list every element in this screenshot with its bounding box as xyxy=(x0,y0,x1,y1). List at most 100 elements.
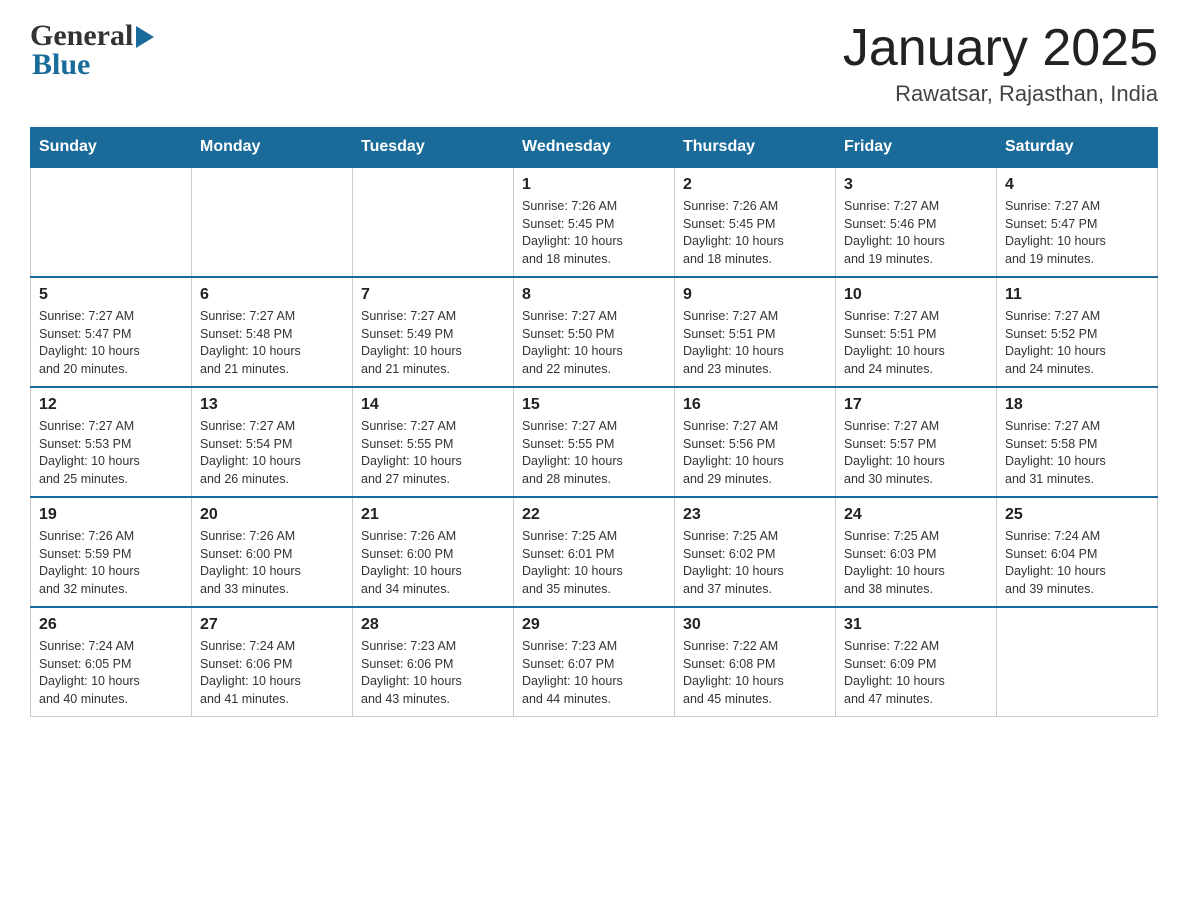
day-info: Sunrise: 7:27 AM Sunset: 5:54 PM Dayligh… xyxy=(200,418,344,488)
logo-general-text: General xyxy=(30,21,133,51)
table-row: 22 Sunrise: 7:25 AM Sunset: 6:01 PM Dayli… xyxy=(514,497,675,607)
table-row: 4 Sunrise: 7:27 AM Sunset: 5:47 PM Daylig… xyxy=(997,167,1158,277)
logo: General Blue xyxy=(30,20,154,80)
table-row: 20Sunrise: 7:26 AM Sunset: 6:00 PM Dayli… xyxy=(192,497,353,607)
day-info: Sunrise: 7:27 AM Sunset: 5:47 PM Dayligh… xyxy=(39,308,183,378)
calendar-title: January 2025 xyxy=(843,20,1158,77)
day-info: Sunrise: 7:27 AM Sunset: 5:55 PM Dayligh… xyxy=(522,418,666,488)
day-info: Sunrise: 7:27 AM Sunset: 5:51 PM Dayligh… xyxy=(844,308,988,378)
table-row: 2 Sunrise: 7:26 AM Sunset: 5:45 PM Daylig… xyxy=(675,167,836,277)
table-row: 27Sunrise: 7:24 AM Sunset: 6:06 PM Dayli… xyxy=(192,607,353,717)
day-info: Sunrise: 7:26 AM Sunset: 5:45 PM Dayligh… xyxy=(522,198,666,268)
day-number: 27 xyxy=(200,616,344,634)
day-info: Sunrise: 7:25 AM Sunset: 6:03 PM Dayligh… xyxy=(844,528,988,598)
calendar-week-row: 12 Sunrise: 7:27 AM Sunset: 5:53 PM Dayli… xyxy=(31,387,1158,497)
table-row: 16 Sunrise: 7:27 AM Sunset: 5:56 PM Dayli… xyxy=(675,387,836,497)
header-thursday: Thursday xyxy=(675,128,836,168)
day-number: 30 xyxy=(683,616,827,634)
day-info: Sunrise: 7:27 AM Sunset: 5:53 PM Dayligh… xyxy=(39,418,183,488)
day-number: 15 xyxy=(522,396,666,414)
table-row xyxy=(31,167,192,277)
table-row: 28 Sunrise: 7:23 AM Sunset: 6:06 PM Dayli… xyxy=(353,607,514,717)
table-row: 5 Sunrise: 7:27 AM Sunset: 5:47 PM Daylig… xyxy=(31,277,192,387)
day-number: 3 xyxy=(844,176,988,194)
calendar-header-row: Sunday Monday Tuesday Wednesday Thursday… xyxy=(31,128,1158,168)
day-number: 25 xyxy=(1005,506,1149,524)
table-row xyxy=(192,167,353,277)
day-info: Sunrise: 7:27 AM Sunset: 5:50 PM Dayligh… xyxy=(522,308,666,378)
day-number: 17 xyxy=(844,396,988,414)
table-row: 29 Sunrise: 7:23 AM Sunset: 6:07 PM Dayli… xyxy=(514,607,675,717)
day-number: 5 xyxy=(39,286,183,304)
day-info: Sunrise: 7:27 AM Sunset: 5:56 PM Dayligh… xyxy=(683,418,827,488)
table-row: 31 Sunrise: 7:22 AM Sunset: 6:09 PM Dayli… xyxy=(836,607,997,717)
table-row: 19Sunrise: 7:26 AM Sunset: 5:59 PM Dayli… xyxy=(31,497,192,607)
day-info: Sunrise: 7:27 AM Sunset: 5:46 PM Dayligh… xyxy=(844,198,988,268)
calendar-week-row: 1 Sunrise: 7:26 AM Sunset: 5:45 PM Daylig… xyxy=(31,167,1158,277)
title-block: January 2025 Rawatsar, Rajasthan, India xyxy=(843,20,1158,107)
day-number: 19 xyxy=(39,506,183,524)
day-number: 29 xyxy=(522,616,666,634)
day-info: Sunrise: 7:26 AM Sunset: 6:00 PM Dayligh… xyxy=(200,528,344,598)
day-number: 14 xyxy=(361,396,505,414)
page-header: General Blue January 2025 Rawatsar, Raja… xyxy=(30,20,1158,107)
day-info: Sunrise: 7:26 AM Sunset: 6:00 PM Dayligh… xyxy=(361,528,505,598)
day-info: Sunrise: 7:25 AM Sunset: 6:02 PM Dayligh… xyxy=(683,528,827,598)
day-info: Sunrise: 7:26 AM Sunset: 5:45 PM Dayligh… xyxy=(683,198,827,268)
day-number: 13 xyxy=(200,396,344,414)
table-row: 1 Sunrise: 7:26 AM Sunset: 5:45 PM Daylig… xyxy=(514,167,675,277)
header-monday: Monday xyxy=(192,128,353,168)
day-number: 26 xyxy=(39,616,183,634)
day-number: 1 xyxy=(522,176,666,194)
table-row: 9 Sunrise: 7:27 AM Sunset: 5:51 PM Daylig… xyxy=(675,277,836,387)
day-info: Sunrise: 7:25 AM Sunset: 6:01 PM Dayligh… xyxy=(522,528,666,598)
table-row: 11 Sunrise: 7:27 AM Sunset: 5:52 PM Dayli… xyxy=(997,277,1158,387)
day-info: Sunrise: 7:24 AM Sunset: 6:04 PM Dayligh… xyxy=(1005,528,1149,598)
day-info: Sunrise: 7:22 AM Sunset: 6:08 PM Dayligh… xyxy=(683,638,827,708)
day-number: 31 xyxy=(844,616,988,634)
day-info: Sunrise: 7:27 AM Sunset: 5:52 PM Dayligh… xyxy=(1005,308,1149,378)
day-number: 2 xyxy=(683,176,827,194)
table-row: 25 Sunrise: 7:24 AM Sunset: 6:04 PM Dayli… xyxy=(997,497,1158,607)
table-row: 18 Sunrise: 7:27 AM Sunset: 5:58 PM Dayli… xyxy=(997,387,1158,497)
day-number: 22 xyxy=(522,506,666,524)
day-info: Sunrise: 7:27 AM Sunset: 5:58 PM Dayligh… xyxy=(1005,418,1149,488)
day-number: 4 xyxy=(1005,176,1149,194)
table-row: 26 Sunrise: 7:24 AM Sunset: 6:05 PM Dayli… xyxy=(31,607,192,717)
day-info: Sunrise: 7:27 AM Sunset: 5:51 PM Dayligh… xyxy=(683,308,827,378)
day-info: Sunrise: 7:23 AM Sunset: 6:07 PM Dayligh… xyxy=(522,638,666,708)
table-row: 23 Sunrise: 7:25 AM Sunset: 6:02 PM Dayli… xyxy=(675,497,836,607)
day-info: Sunrise: 7:27 AM Sunset: 5:57 PM Dayligh… xyxy=(844,418,988,488)
day-number: 23 xyxy=(683,506,827,524)
day-number: 12 xyxy=(39,396,183,414)
day-number: 8 xyxy=(522,286,666,304)
day-info: Sunrise: 7:22 AM Sunset: 6:09 PM Dayligh… xyxy=(844,638,988,708)
logo-flag-icon xyxy=(136,26,154,52)
day-info: Sunrise: 7:27 AM Sunset: 5:47 PM Dayligh… xyxy=(1005,198,1149,268)
day-number: 18 xyxy=(1005,396,1149,414)
header-sunday: Sunday xyxy=(31,128,192,168)
header-wednesday: Wednesday xyxy=(514,128,675,168)
table-row: 14Sunrise: 7:27 AM Sunset: 5:55 PM Dayli… xyxy=(353,387,514,497)
table-row: 3 Sunrise: 7:27 AM Sunset: 5:46 PM Daylig… xyxy=(836,167,997,277)
day-info: Sunrise: 7:24 AM Sunset: 6:05 PM Dayligh… xyxy=(39,638,183,708)
day-number: 28 xyxy=(361,616,505,634)
day-number: 21 xyxy=(361,506,505,524)
day-number: 9 xyxy=(683,286,827,304)
day-number: 6 xyxy=(200,286,344,304)
day-number: 16 xyxy=(683,396,827,414)
day-info: Sunrise: 7:27 AM Sunset: 5:48 PM Dayligh… xyxy=(200,308,344,378)
table-row: 7Sunrise: 7:27 AM Sunset: 5:49 PM Daylig… xyxy=(353,277,514,387)
logo-blue-text: Blue xyxy=(32,50,90,80)
day-number: 24 xyxy=(844,506,988,524)
header-saturday: Saturday xyxy=(997,128,1158,168)
day-number: 7 xyxy=(361,286,505,304)
header-friday: Friday xyxy=(836,128,997,168)
day-info: Sunrise: 7:23 AM Sunset: 6:06 PM Dayligh… xyxy=(361,638,505,708)
table-row: 12 Sunrise: 7:27 AM Sunset: 5:53 PM Dayli… xyxy=(31,387,192,497)
table-row: 30 Sunrise: 7:22 AM Sunset: 6:08 PM Dayli… xyxy=(675,607,836,717)
calendar-week-row: 5 Sunrise: 7:27 AM Sunset: 5:47 PM Daylig… xyxy=(31,277,1158,387)
day-number: 11 xyxy=(1005,286,1149,304)
calendar-week-row: 26 Sunrise: 7:24 AM Sunset: 6:05 PM Dayli… xyxy=(31,607,1158,717)
table-row: 8 Sunrise: 7:27 AM Sunset: 5:50 PM Daylig… xyxy=(514,277,675,387)
